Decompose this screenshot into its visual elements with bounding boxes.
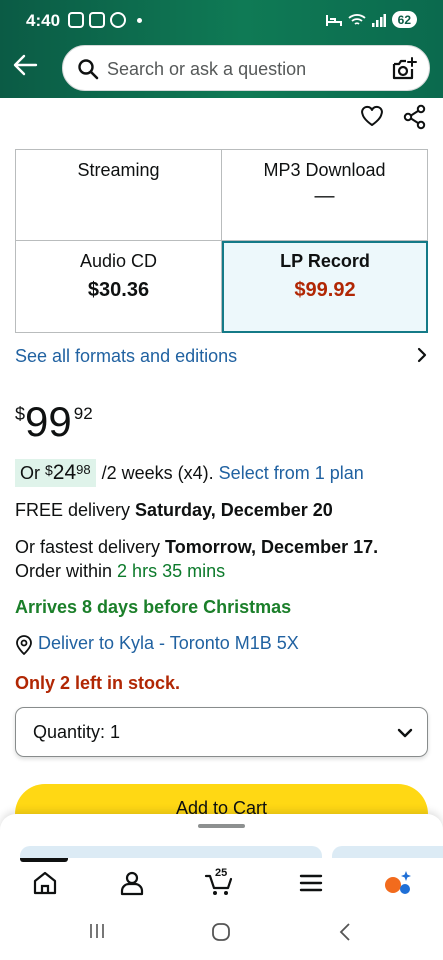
installment-offer: Or $ 24 98 /2 weeks (x4). Select from 1 …	[15, 458, 364, 488]
deliver-to-link[interactable]: Deliver to Kyla - Toronto M1B 5X	[38, 633, 299, 654]
installment-price-badge: Or $ 24 98	[15, 459, 96, 487]
fastest-delivery-date: Tomorrow, December 17.	[165, 537, 379, 557]
select-plan-link[interactable]: Select from 1 plan	[219, 463, 364, 484]
price-whole: 99	[25, 398, 72, 445]
format-option-audio-cd[interactable]: Audio CD $30.36	[16, 241, 222, 332]
installment-prefix: Or	[20, 463, 45, 483]
fastest-delivery-prefix: Or fastest delivery	[15, 537, 166, 557]
stock-warning: Only 2 left in stock.	[15, 673, 181, 693]
format-name: MP3 Download	[263, 160, 386, 180]
chevron-right-icon[interactable]	[413, 346, 431, 364]
format-option-mp3[interactable]: MP3 Download —	[222, 150, 427, 241]
notification-icons	[68, 12, 142, 28]
price-fraction: 92	[73, 404, 93, 423]
sheet-drag-handle[interactable]	[198, 824, 245, 828]
wishlist-heart-icon[interactable]	[360, 104, 384, 128]
installment-currency: $	[45, 462, 53, 478]
status-time: 4:40	[26, 11, 61, 30]
rufus-icon[interactable]	[383, 868, 413, 898]
camera-search-icon[interactable]	[391, 56, 417, 82]
see-all-formats-link[interactable]: See all formats and editions	[15, 346, 237, 367]
active-tab-indicator	[20, 858, 68, 862]
menu-icon[interactable]	[296, 868, 326, 898]
order-within-prefix: Order within	[15, 561, 118, 581]
format-name: Streaming	[77, 160, 160, 180]
search-input[interactable]: Search or ask a question	[107, 59, 306, 80]
format-option-lp-record[interactable]: LP Record $99.92	[222, 241, 428, 333]
format-price: $99.92	[294, 279, 356, 301]
fastest-delivery-text: Or fastest delivery Tomorrow, December 1…	[15, 537, 378, 558]
chevron-down-icon	[397, 728, 413, 738]
format-price: $30.36	[87, 279, 150, 301]
recent-apps-icon[interactable]	[88, 922, 106, 940]
search-icon	[78, 59, 99, 80]
share-icon[interactable]	[402, 104, 428, 130]
instagram-notification-icon	[89, 12, 105, 28]
back-arrow-icon[interactable]	[12, 52, 38, 78]
app-header: 4:40 62 Search or ask a question	[0, 0, 443, 98]
format-option-streaming[interactable]: Streaming	[16, 150, 222, 241]
arrives-before-christmas: Arrives 8 days before Christmas	[15, 597, 292, 617]
bed-icon	[325, 14, 342, 26]
account-icon[interactable]	[117, 868, 147, 898]
search-bar[interactable]: Search or ask a question	[62, 45, 430, 91]
order-within-text: Order within 2 hrs 35 mins	[15, 561, 225, 582]
messenger-notification-icon	[110, 12, 126, 28]
system-back-icon[interactable]	[338, 922, 352, 942]
order-within-time: 2 hrs 35 mins	[117, 561, 226, 581]
free-delivery-prefix: FREE delivery	[15, 500, 136, 520]
quantity-label: Quantity: 1	[33, 722, 121, 742]
format-selector: Streaming MP3 Download — Audio CD $30.36…	[15, 149, 428, 333]
location-pin-icon	[16, 635, 32, 655]
home-icon[interactable]	[30, 868, 60, 898]
quantity-dropdown[interactable]: Quantity: 1	[15, 707, 428, 757]
screenshot-notification-icon	[68, 12, 84, 28]
price-currency: $	[15, 404, 26, 424]
installment-fraction: 98	[76, 462, 91, 477]
cart-tab[interactable]: 25	[204, 867, 234, 898]
signal-icon	[371, 13, 386, 27]
installment-whole: 24	[52, 461, 77, 484]
wifi-icon	[348, 13, 366, 25]
installment-period: /2 weeks (x4).	[101, 462, 214, 483]
free-delivery-text: FREE delivery Saturday, December 20	[15, 500, 333, 521]
price-display: $ 99 92	[15, 398, 93, 446]
bottom-navigation: 25	[0, 858, 443, 906]
sheet-card-peek	[20, 846, 322, 858]
sheet-card-peek-secondary	[332, 846, 443, 858]
battery-indicator: 62	[391, 11, 417, 28]
home-button-icon[interactable]	[211, 922, 231, 942]
system-navigation-bar	[0, 906, 443, 960]
format-name: Audio CD	[79, 251, 158, 271]
status-bar: 4:40 62	[0, 0, 443, 40]
more-notifications-dot-icon	[137, 17, 142, 23]
cart-count-badge: 25	[215, 867, 228, 879]
free-delivery-date: Saturday, December 20	[135, 500, 333, 520]
format-price: —	[314, 185, 335, 207]
format-name: LP Record	[280, 251, 370, 271]
status-right: 62	[325, 11, 417, 28]
